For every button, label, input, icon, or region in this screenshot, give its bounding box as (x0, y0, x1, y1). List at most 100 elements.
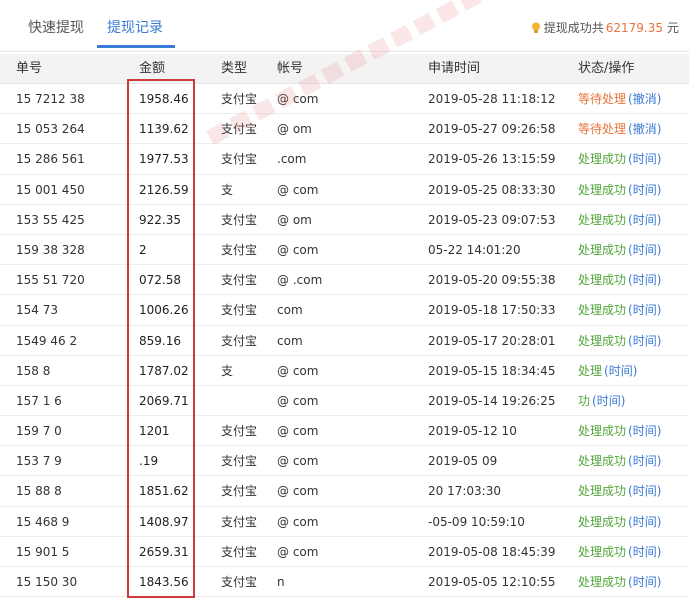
table-row: 15 7212 38 1958.46 支付宝 @ com 2019-05-28 11:1… (0, 84, 689, 115)
row-amount: 1787.02 (139, 363, 189, 378)
row-status: 处理成功 (578, 212, 627, 227)
time-link[interactable]: (时间) (592, 394, 625, 408)
row-id: 159 7 0 (16, 424, 62, 439)
row-amount: 2126.59 (139, 182, 189, 197)
time-link[interactable]: (时间) (628, 575, 661, 589)
row-status: 处理成功 (578, 303, 627, 318)
row-time: 2019-05-08 18:45:39 (428, 544, 556, 559)
row-type: 支付宝 (221, 514, 258, 529)
table-row: 158 8 1787.02 支 @ com 2019-05-15 18:34:45 处理(… (0, 356, 689, 386)
row-time: 2019-05-28 11:18:12 (428, 92, 556, 106)
row-account: @ com (277, 182, 319, 197)
row-id: 158 8 (16, 363, 51, 378)
row-account: @ com (277, 242, 319, 257)
row-amount: 1006.26 (139, 303, 189, 318)
row-account: com (277, 303, 303, 318)
row-status-cell: 处理成功 (时间) (578, 507, 661, 537)
summary-unit: 元 (666, 21, 679, 35)
row-id: 15 053 264 (16, 122, 85, 137)
row-time: 05-22 14:01:20 (428, 242, 521, 257)
withdraw-summary: 提现成功共 62179.35 元 (531, 18, 679, 38)
row-type: 支付宝 (221, 152, 258, 167)
table-row: 15 053 264 1139.62 支付宝 @ om 2019-05-27 09:26… (0, 114, 689, 145)
row-time: 2019-05-17 20:28:01 (428, 333, 556, 348)
cancel-link[interactable]: (撤消) (628, 92, 661, 106)
row-account: @ com (277, 544, 319, 559)
time-link[interactable]: (时间) (604, 364, 637, 378)
time-link[interactable]: (时间) (628, 334, 661, 348)
row-amount: 1851.62 (139, 484, 189, 499)
row-account: @ com (277, 363, 319, 378)
row-amount: 1977.53 (139, 152, 189, 167)
row-time: 2019-05-14 19:26:25 (428, 393, 556, 408)
table-row: 153 55 425 922.35 支付宝 @ om 2019-05-23 09:07:… (0, 205, 689, 235)
time-link[interactable]: (时间) (628, 424, 661, 438)
row-status: 等待处理 (578, 122, 627, 137)
tab-withdraw-records[interactable]: 提现记录 (107, 18, 163, 38)
row-status-cell: 处理成功 (时间) (578, 295, 661, 325)
row-amount: 1843.56 (139, 575, 189, 589)
row-type: 支付宝 (221, 333, 258, 348)
table-row: 155 51 720 072.58 支付宝 @ .com 2019-05-20 09:5… (0, 265, 689, 296)
row-status-cell: 功 (时间) (578, 386, 625, 416)
row-id: 154 73 (16, 303, 58, 318)
time-link[interactable]: (时间) (628, 243, 661, 257)
row-id: 15 7212 38 (16, 92, 85, 106)
cancel-link[interactable]: (撤消) (628, 122, 661, 136)
time-link[interactable]: (时间) (628, 273, 661, 287)
time-link[interactable]: (时间) (628, 303, 661, 317)
tab-quick-withdraw[interactable]: 快速提现 (28, 18, 84, 38)
table-row: 15 88 8 1851.62 支付宝 @ com 20 17:03:30 处理成功 (时间… (0, 476, 689, 507)
summary-amount: 62179.35 (605, 21, 663, 35)
header-time: 申请时间 (428, 61, 481, 76)
row-id: 153 55 425 (16, 212, 85, 227)
time-link[interactable]: (时间) (628, 515, 661, 529)
row-amount: 1201 (139, 424, 170, 439)
time-link[interactable]: (时间) (628, 152, 661, 166)
row-account: .com (277, 152, 307, 167)
time-link[interactable]: (时间) (628, 454, 661, 468)
table-row: 15 901 5 2659.31 支付宝 @ com 2019-05-08 18:45:… (0, 537, 689, 567)
row-status-cell: 等待处理 (撤消) (578, 84, 661, 114)
table-row: 15 150 30 1843.56 支付宝 n 2019-05-05 12:10:55 处… (0, 567, 689, 598)
row-status: 处理成功 (578, 182, 627, 197)
row-id: 15 001 450 (16, 182, 85, 197)
row-amount: 2069.71 (139, 393, 189, 408)
summary-label: 提现成功共 (543, 21, 604, 35)
row-id: 15 468 9 (16, 514, 70, 529)
row-status-cell: 处理成功 (时间) (578, 537, 661, 567)
table-header: 单号 金额 类型 帐号 申请时间 状态/操作 (0, 54, 689, 84)
row-account: @ com (277, 424, 319, 439)
row-amount: 1958.46 (139, 92, 189, 106)
table-row: 153 7 9 .19 支付宝 @ com 2019-05 09 处理成功 (时间) (0, 446, 689, 477)
row-status: 处理成功 (578, 514, 627, 529)
row-status: 处理成功 (578, 152, 627, 167)
row-amount: 1139.62 (139, 122, 189, 137)
row-type: 支付宝 (221, 484, 258, 499)
row-status-cell: 处理成功 (时间) (578, 476, 661, 506)
row-account: @ com (277, 92, 319, 106)
row-time: 2019-05-27 09:26:58 (428, 122, 556, 137)
row-status: 处理 (578, 363, 603, 378)
header-amount: 金额 (139, 61, 166, 76)
row-type: 支付宝 (221, 273, 258, 288)
row-time: 20 17:03:30 (428, 484, 501, 499)
row-type: 支付宝 (221, 544, 258, 559)
row-status-cell: 处理成功 (时间) (578, 567, 661, 597)
row-type: 支付宝 (221, 242, 258, 257)
time-link[interactable]: (时间) (628, 213, 661, 227)
row-time: 2019-05-12 10 (428, 424, 517, 439)
row-id: 159 38 328 (16, 242, 85, 257)
time-link[interactable]: (时间) (628, 183, 661, 197)
row-account: @ com (277, 454, 319, 469)
row-account: com (277, 333, 303, 348)
row-status: 处理成功 (578, 575, 627, 589)
row-status-cell: 处理成功 (时间) (578, 235, 661, 265)
row-time: 2019-05-23 09:07:53 (428, 212, 556, 227)
time-link[interactable]: (时间) (628, 484, 661, 498)
withdraw-records-table: 单号 金额 类型 帐号 申请时间 状态/操作 15 7212 38 1958.46… (0, 54, 689, 598)
table-body: 15 7212 38 1958.46 支付宝 @ com 2019-05-28 11:1… (0, 84, 689, 598)
row-type: 支付宝 (221, 92, 258, 106)
row-id: 15 150 30 (16, 575, 78, 589)
time-link[interactable]: (时间) (628, 545, 661, 559)
